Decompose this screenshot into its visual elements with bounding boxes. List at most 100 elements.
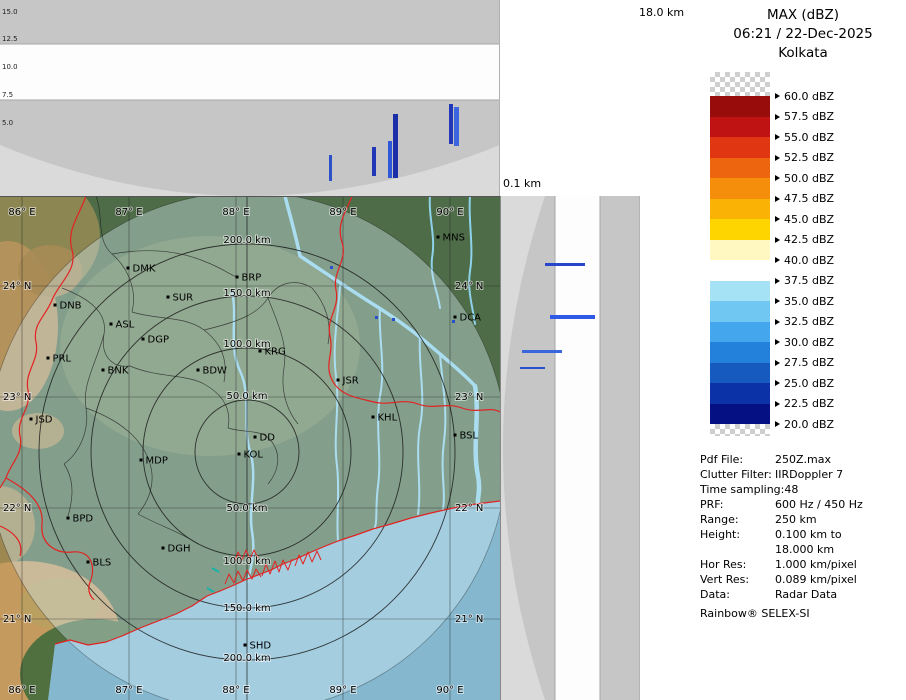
legend-label: 27.5 dBZ (775, 357, 834, 369)
metadata-row: PRF:600 Hz / 450 Hz (700, 497, 905, 512)
station-marker-dnb (54, 304, 57, 307)
legend-color-band (710, 219, 770, 240)
station-label-shd: SHD (250, 641, 272, 652)
echo-speck (392, 318, 395, 321)
echo-bar (329, 155, 332, 181)
station-marker-kol (238, 453, 241, 456)
legend-label: 22.5 dBZ (775, 398, 834, 410)
legend-tick-arrow-icon (775, 196, 780, 202)
legend-label: 35.0 dBZ (775, 295, 834, 307)
metadata-value: 18.000 km (775, 542, 834, 557)
metadata-label: Hor Res: (700, 557, 775, 572)
station-label-dgp: DGP (148, 335, 169, 346)
xsec-white-band (0, 44, 500, 100)
metadata-row: Time sampling:48 (700, 482, 905, 497)
legend-label: 32.5 dBZ (775, 316, 834, 328)
height-tick-label: 12.5 (2, 35, 18, 43)
metadata-value: Radar Data (775, 587, 837, 602)
legend-tick-arrow-icon (775, 134, 780, 140)
legend-label-text: 37.5 dBZ (784, 274, 834, 287)
legend-tick-arrow-icon (775, 155, 780, 161)
legend-label: 57.5 dBZ (775, 111, 834, 123)
metadata-label: Vert Res: (700, 572, 775, 587)
legend-tick-arrow-icon (775, 380, 780, 386)
echo-bar (522, 350, 562, 353)
longitude-label: 90° E (436, 207, 463, 218)
station-marker-dd (254, 436, 257, 439)
product-datetime: 06:21 / 22-Dec-2025 (700, 25, 906, 44)
metadata-row: Data:Radar Data (700, 587, 905, 602)
station-marker-jsd (30, 418, 33, 421)
latitude-label: 22° N (3, 503, 31, 514)
legend-label-text: 22.5 dBZ (784, 397, 834, 410)
station-label-jsr: JSR (342, 376, 359, 387)
legend-tick-arrow-icon (775, 421, 780, 427)
station-label-dmk: DMK (133, 264, 156, 275)
legend-label-text: 35.0 dBZ (784, 295, 834, 308)
legend-label: 20.0 dBZ (775, 418, 834, 430)
legend-label-text: 27.5 dBZ (784, 356, 834, 369)
legend-color-band (710, 240, 770, 261)
legend-label: 52.5 dBZ (775, 152, 834, 164)
metadata-value: 0.100 km to (775, 527, 842, 542)
metadata-label: Clutter Filter: (700, 467, 775, 482)
station-marker-dgh (162, 547, 165, 550)
legend-tick-arrow-icon (775, 175, 780, 181)
legend-color-band (710, 322, 770, 343)
legend-label: 40.0 dBZ (775, 254, 834, 266)
latitude-label: 22° N (455, 503, 483, 514)
legend-label-text: 20.0 dBZ (784, 418, 834, 431)
echo-bar (393, 114, 398, 178)
range-ring-label: 200.0 km (223, 235, 270, 246)
echo-speck (375, 316, 378, 319)
software-brand: Rainbow® SELEX-SI (700, 606, 905, 621)
legend-color-band (710, 96, 770, 117)
metadata-panel: Pdf File:250Z.maxClutter Filter:IIRDoppl… (700, 452, 905, 621)
legend-tick-arrow-icon (775, 401, 780, 407)
station-label-brp: BRP (242, 273, 262, 284)
legend-label: 45.0 dBZ (775, 213, 834, 225)
legend-color-band (710, 178, 770, 199)
metadata-row: Pdf File:250Z.max (700, 452, 905, 467)
latitude-label: 24° N (455, 281, 483, 292)
range-ring-label: 200.0 km (223, 653, 270, 664)
legend-label-text: 30.0 dBZ (784, 336, 834, 349)
legend-color-band (710, 301, 770, 322)
latitude-label: 21° N (3, 614, 31, 625)
legend-label-text: 32.5 dBZ (784, 315, 834, 328)
station-marker-bls (87, 561, 90, 564)
range-ring-label: 150.0 km (223, 288, 270, 299)
metadata-row: Range:250 km (700, 512, 905, 527)
product-title: MAX (dBZ) (700, 6, 906, 25)
metadata-row: Vert Res:0.089 km/pixel (700, 572, 905, 587)
height-tick-label: 5.0 (2, 119, 13, 127)
latitude-label: 21° N (455, 614, 483, 625)
station-marker-dgp (142, 338, 145, 341)
station-marker-bpd (67, 517, 70, 520)
height-tick-label: 15.0 (2, 8, 18, 16)
longitude-label: 89° E (329, 685, 356, 696)
legend-label-text: 55.0 dBZ (784, 131, 834, 144)
range-ring-label: 150.0 km (223, 603, 270, 614)
legend-checker-bottom (710, 424, 770, 436)
legend-label: 47.5 dBZ (775, 193, 834, 205)
station-marker-prl (47, 357, 50, 360)
legend-label: 50.0 dBZ (775, 172, 834, 184)
station-label-sur: SUR (173, 293, 194, 304)
station-marker-asl (110, 323, 113, 326)
station-label-bsl: BSL (460, 431, 479, 442)
legend-label-text: 50.0 dBZ (784, 172, 834, 185)
legend-tick-arrow-icon (775, 257, 780, 263)
echo-bar (550, 315, 595, 319)
echo-bar (372, 147, 376, 176)
legend-tick-arrow-icon (775, 278, 780, 284)
metadata-value: IIRDoppler 7 (775, 467, 843, 482)
station-marker-mns (437, 236, 440, 239)
metadata-label: Data: (700, 587, 775, 602)
station-label-bls: BLS (93, 558, 112, 569)
legend-label-text: 45.0 dBZ (784, 213, 834, 226)
station-label-dnb: DNB (60, 301, 82, 312)
metadata-label (700, 542, 775, 557)
metadata-value: 1.000 km/pixel (775, 557, 857, 572)
longitude-label: 89° E (329, 207, 356, 218)
